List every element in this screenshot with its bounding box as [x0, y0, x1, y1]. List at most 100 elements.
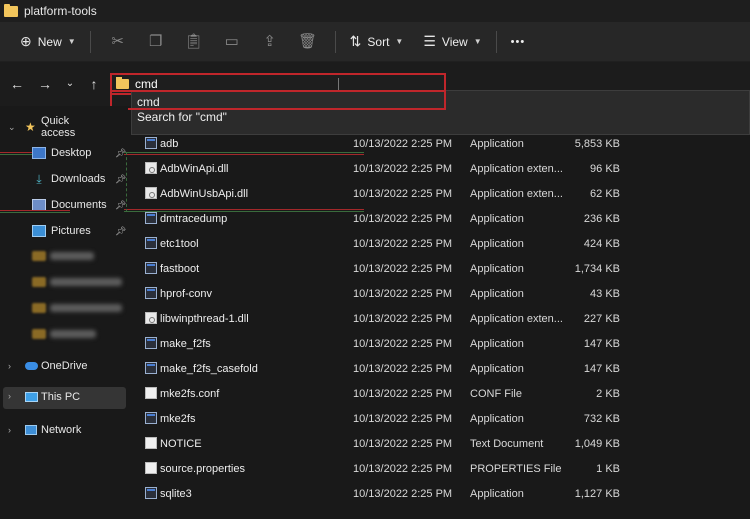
share-icon[interactable]: ⇪	[257, 32, 283, 52]
file-row[interactable]: AdbWinApi.dll 10/13/2022 2:25 PM Applicati…	[128, 156, 750, 181]
up-arrow-icon[interactable]: ↑	[84, 74, 104, 94]
view-list-icon: ☰	[423, 33, 436, 49]
download-arrow-icon: ⤓	[36, 172, 42, 186]
pictures-icon	[32, 225, 46, 237]
file-row[interactable]: adb 10/13/2022 2:25 PM Application 5,853 KB	[128, 131, 750, 156]
command-bar: ⊕ New ▼ ✂ ❐ 📋︎ ▭ ⇪ 🗑︎ ⇅ Sort ▼ ☰ View ▼ …	[0, 22, 750, 62]
file-name: AdbWinApi.dll	[160, 162, 229, 175]
chevron-right-icon: ›	[8, 391, 11, 401]
sidebar-item-thispc-selected[interactable]: › This PC	[3, 387, 126, 409]
annotation-line	[0, 210, 70, 211]
pin-icon: 📌︎	[115, 226, 127, 236]
annotation-line	[126, 152, 127, 212]
file-type: Application	[470, 262, 524, 275]
pin-icon: 📌︎	[115, 174, 127, 184]
file-type: Application	[470, 337, 524, 350]
file-row[interactable]: fastboot 10/13/2022 2:25 PM Application 1,7…	[128, 256, 750, 281]
document-icon	[145, 437, 157, 449]
forward-arrow-icon[interactable]: →	[35, 74, 55, 94]
application-icon	[145, 487, 157, 499]
document-icon	[145, 387, 157, 399]
file-row[interactable]: sqlite3 10/13/2022 2:25 PM Application 1,12…	[128, 481, 750, 506]
file-type: CONF File	[470, 387, 522, 400]
sidebar-item-pictures[interactable]: Pictures	[32, 219, 128, 243]
file-row[interactable]: hprof-conv 10/13/2022 2:25 PM Application 4…	[128, 281, 750, 306]
application-icon	[145, 362, 157, 374]
chevron-down-icon: ▼	[67, 37, 76, 46]
file-size: 43 KB	[590, 287, 620, 300]
file-size: 424 KB	[583, 237, 620, 250]
sidebar-item-desktop[interactable]: Desktop	[32, 141, 128, 165]
window-title: platform-tools	[24, 4, 97, 18]
star-icon: ★	[25, 120, 36, 134]
back-arrow-icon[interactable]: ←	[7, 74, 27, 94]
suggestion-highlight-box	[110, 90, 446, 110]
more-options-button[interactable]: •••	[505, 28, 532, 56]
cloud-icon	[25, 362, 38, 370]
view-button[interactable]: ☰ View ▼	[417, 28, 487, 56]
file-row[interactable]: dmtracedump 10/13/2022 2:25 PM Application…	[128, 206, 750, 231]
sort-button[interactable]: ⇅ Sort ▼	[344, 28, 410, 56]
paste-icon[interactable]: 📋︎	[181, 32, 207, 52]
file-name: dmtracedump	[160, 212, 228, 225]
file-size: 1,127 KB	[574, 487, 620, 500]
sidebar-item-network[interactable]: › Network	[0, 418, 128, 442]
sidebar-item-label: Downloads	[51, 173, 106, 185]
file-date: 10/13/2022 2:25 PM	[353, 412, 453, 425]
file-row[interactable]: NOTICE 10/13/2022 2:25 PM Text Document 1,0…	[128, 431, 750, 456]
copy-icon[interactable]: ❐	[143, 32, 169, 52]
sidebar-item-downloads[interactable]: ⤓ Downloads	[32, 167, 128, 191]
file-size: 1,049 KB	[574, 437, 620, 450]
file-type: Application exten...	[470, 187, 563, 200]
new-button[interactable]: ⊕ New ▼	[14, 28, 82, 56]
file-row[interactable]: make_f2fs 10/13/2022 2:25 PM Application 14…	[128, 331, 750, 356]
computer-icon	[25, 392, 38, 402]
file-row[interactable]: source.properties 10/13/2022 2:25 PM PROPE…	[128, 456, 750, 481]
chevron-right-icon: ›	[8, 425, 11, 435]
blurred-folder-icon	[32, 303, 46, 313]
thispc-label: This PC	[41, 391, 81, 403]
file-name: make_f2fs	[160, 337, 211, 350]
blurred-folder-icon	[32, 251, 46, 261]
annotation-line	[0, 152, 32, 153]
file-size: 62 KB	[590, 187, 620, 200]
suggestion-search-item[interactable]: Search for "cmd"	[137, 110, 227, 124]
file-row[interactable]: make_f2fs_casefold 10/13/2022 2:25 PM Appl…	[128, 356, 750, 381]
file-size: 96 KB	[590, 162, 620, 175]
sidebar-item-onedrive[interactable]: › OneDrive	[0, 354, 128, 378]
file-name: libwinpthread-1.dll	[160, 312, 249, 325]
rename-icon[interactable]: ▭	[219, 32, 245, 52]
chevron-down-icon: ▼	[395, 37, 404, 46]
file-row[interactable]: mke2fs 10/13/2022 2:25 PM Application 732 K…	[128, 406, 750, 431]
file-type: Text Document	[470, 437, 544, 450]
file-date: 10/13/2022 2:25 PM	[353, 487, 453, 500]
file-row[interactable]: AdbWinUsbApi.dll 10/13/2022 2:25 PM Applic…	[128, 181, 750, 206]
sort-icon: ⇅	[349, 33, 362, 49]
file-date: 10/13/2022 2:25 PM	[353, 337, 453, 350]
file-type: Application	[470, 137, 524, 150]
dll-file-icon	[145, 162, 157, 174]
recent-locations-chevron-icon[interactable]: ⌄	[60, 74, 80, 94]
navigation-pane: ⌄ ★ Quick access Desktop 📌︎ ⤓ Downloads …	[0, 106, 128, 519]
application-icon	[145, 287, 157, 299]
file-name: mke2fs.conf	[160, 387, 220, 400]
file-size: 5,853 KB	[574, 137, 620, 150]
dll-file-icon	[145, 312, 157, 324]
file-date: 10/13/2022 2:25 PM	[353, 387, 453, 400]
title-bar: platform-tools	[0, 0, 750, 22]
file-row[interactable]: libwinpthread-1.dll 10/13/2022 2:25 PM App…	[128, 306, 750, 331]
file-date: 10/13/2022 2:25 PM	[353, 212, 453, 225]
chevron-down-icon: ⌄	[8, 121, 16, 132]
cut-icon[interactable]: ✂	[105, 32, 131, 52]
file-date: 10/13/2022 2:25 PM	[353, 262, 453, 275]
file-row[interactable]: mke2fs.conf 10/13/2022 2:25 PM CONF File 2 …	[128, 381, 750, 406]
file-row[interactable]: etc1tool 10/13/2022 2:25 PM Application 424…	[128, 231, 750, 256]
delete-icon[interactable]: 🗑︎	[295, 32, 321, 52]
file-date: 10/13/2022 2:25 PM	[353, 162, 453, 175]
file-date: 10/13/2022 2:25 PM	[353, 137, 453, 150]
sidebar-item-label: Desktop	[51, 147, 92, 159]
chevron-down-icon: ▼	[473, 37, 482, 46]
network-label: Network	[41, 424, 82, 436]
sidebar-item-documents[interactable]: Documents	[32, 193, 128, 217]
blurred-folder-label	[50, 252, 94, 260]
